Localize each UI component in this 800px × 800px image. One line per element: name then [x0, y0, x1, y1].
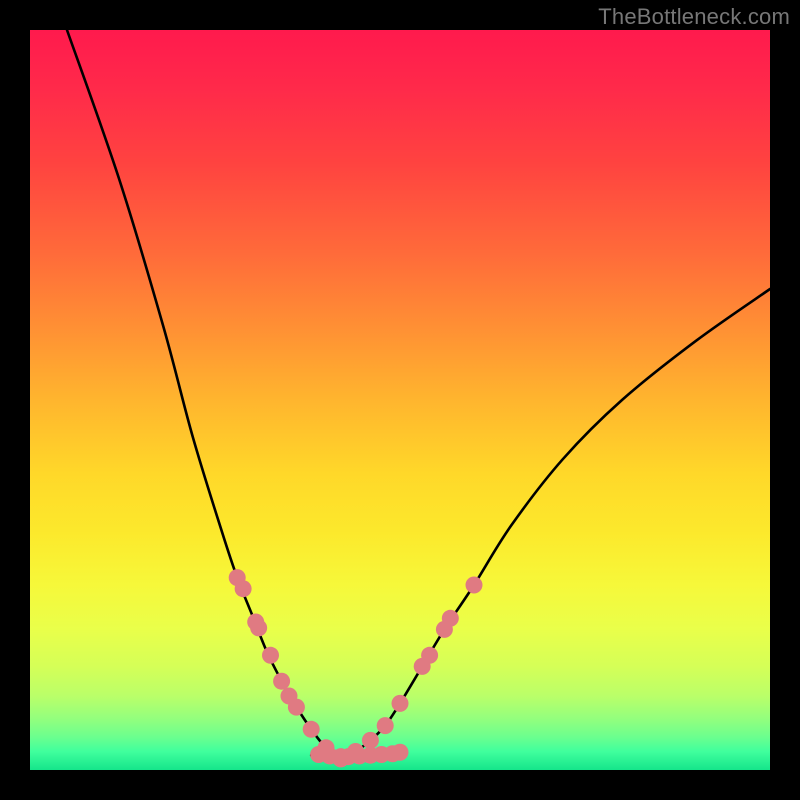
right-curve — [341, 289, 770, 759]
data-marker — [392, 744, 409, 761]
data-marker — [377, 717, 394, 734]
chart-svg — [30, 30, 770, 770]
chart-container: TheBottleneck.com — [0, 0, 800, 800]
data-marker — [392, 695, 409, 712]
plot-area — [30, 30, 770, 770]
curve-group — [67, 30, 770, 759]
data-marker — [288, 699, 305, 716]
data-marker — [273, 673, 290, 690]
data-marker — [421, 647, 438, 664]
left-curve — [67, 30, 341, 759]
data-marker — [250, 619, 267, 636]
data-marker — [362, 732, 379, 749]
data-marker — [466, 577, 483, 594]
watermark-text: TheBottleneck.com — [598, 4, 790, 30]
data-marker — [235, 580, 252, 597]
data-marker — [303, 721, 320, 738]
data-marker — [442, 610, 459, 627]
data-marker — [262, 647, 279, 664]
